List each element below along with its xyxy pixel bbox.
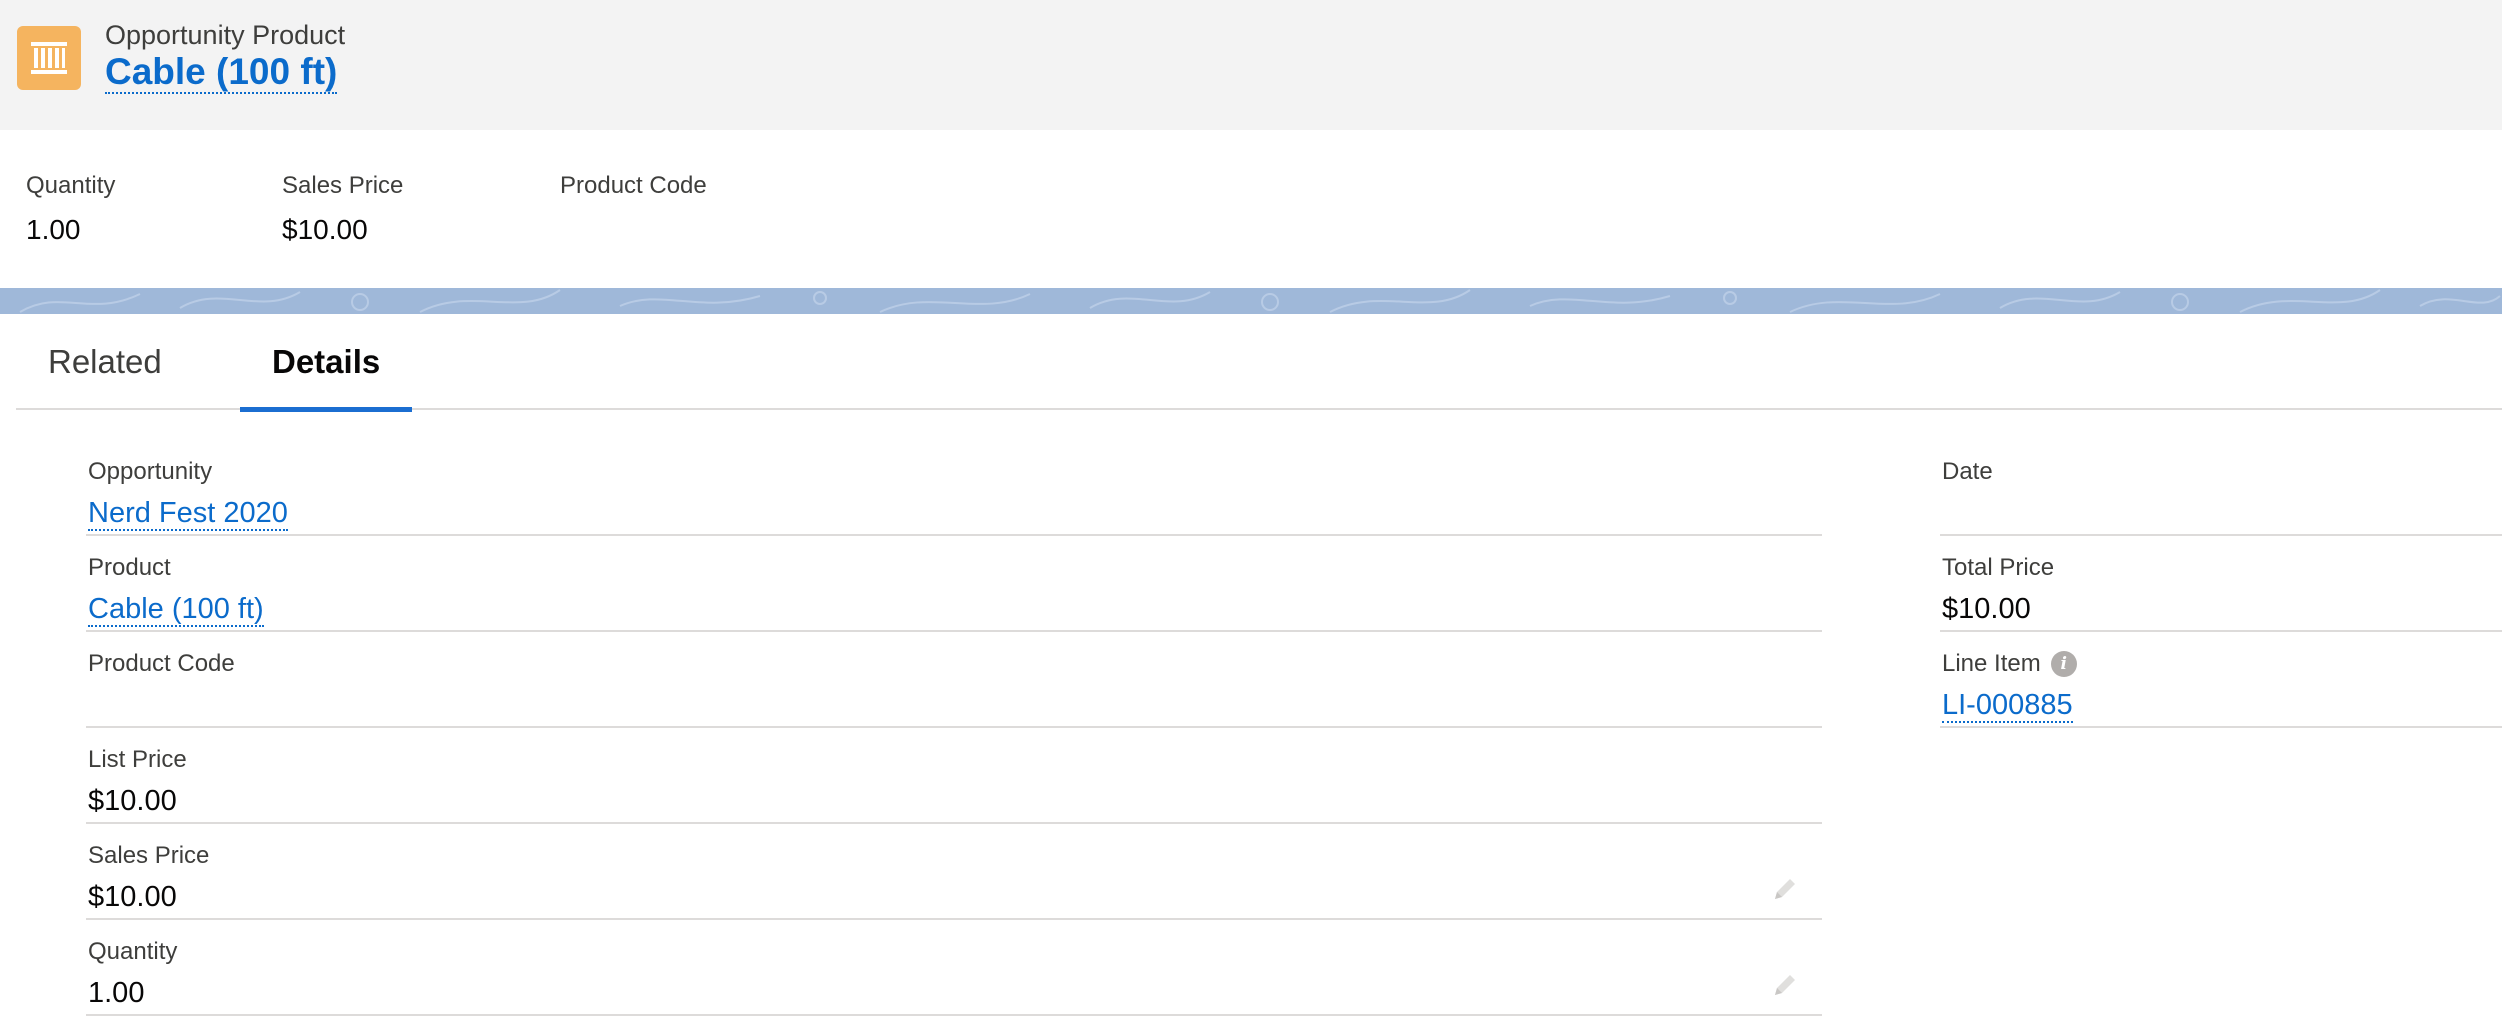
field-quantity: Quantity 1.00	[86, 920, 1822, 1016]
record-tabs: Related Details	[16, 314, 2502, 412]
highlight-sales-price: Sales Price $10.00	[282, 172, 403, 246]
line-item-link[interactable]: LI-000885	[1942, 689, 2073, 723]
pencil-icon[interactable]	[1770, 874, 1800, 904]
highlight-label: Quantity	[26, 172, 116, 199]
field-sales-price: Sales Price $10.00	[86, 824, 1822, 920]
tab-details[interactable]: Details	[240, 314, 413, 412]
field-value: $10.00	[88, 881, 177, 913]
field-product: Product Cable (100 ft)	[86, 536, 1822, 632]
highlight-quantity: Quantity 1.00	[26, 172, 115, 246]
field-value: $10.00	[1942, 593, 2031, 625]
pencil-icon[interactable]	[1770, 970, 1800, 1000]
info-icon[interactable]: i	[2050, 651, 2077, 677]
field-label: Line Item	[1942, 650, 2041, 677]
field-label: List Price	[88, 746, 187, 773]
field-total-price: Total Price $10.00	[1940, 536, 2502, 632]
highlights-panel: Quantity 1.00 Sales Price $10.00 Product…	[0, 130, 2502, 288]
record-title[interactable]: Cable (100 ft)	[105, 50, 338, 94]
field-label: Sales Price	[88, 842, 210, 869]
field-value: $10.00	[88, 785, 177, 817]
field-line-item: Line Item i LI-000885	[1940, 632, 2502, 728]
product-link[interactable]: Cable (100 ft)	[88, 593, 264, 627]
record-header: Opportunity Product Cable (100 ft)	[0, 0, 2502, 130]
highlight-label: Product Code	[560, 172, 707, 199]
field-label: Product Code	[88, 650, 235, 677]
field-label: Date	[1942, 458, 1993, 485]
field-label: Total Price	[1942, 554, 2055, 581]
field-label: Product	[88, 554, 171, 581]
tab-related[interactable]: Related	[16, 314, 194, 410]
decorative-band	[0, 288, 2502, 314]
highlight-value: 1.00	[26, 214, 81, 245]
highlight-label: Sales Price	[282, 172, 404, 199]
highlight-value: $10.00	[282, 214, 368, 245]
highlight-product-code: Product Code	[560, 172, 707, 214]
field-date: Date	[1940, 440, 2502, 536]
opportunity-product-icon	[17, 26, 81, 90]
opportunity-link[interactable]: Nerd Fest 2020	[88, 497, 288, 531]
record-title-link[interactable]: Cable (100 ft)	[105, 51, 338, 94]
field-value: 1.00	[88, 977, 145, 1009]
object-type-label: Opportunity Product	[105, 20, 346, 50]
field-product-code: Product Code	[86, 632, 1822, 728]
field-list-price: List Price $10.00	[86, 728, 1822, 824]
field-label: Quantity	[88, 938, 178, 965]
field-opportunity: Opportunity Nerd Fest 2020	[86, 440, 1822, 536]
field-label: Opportunity	[88, 458, 213, 485]
